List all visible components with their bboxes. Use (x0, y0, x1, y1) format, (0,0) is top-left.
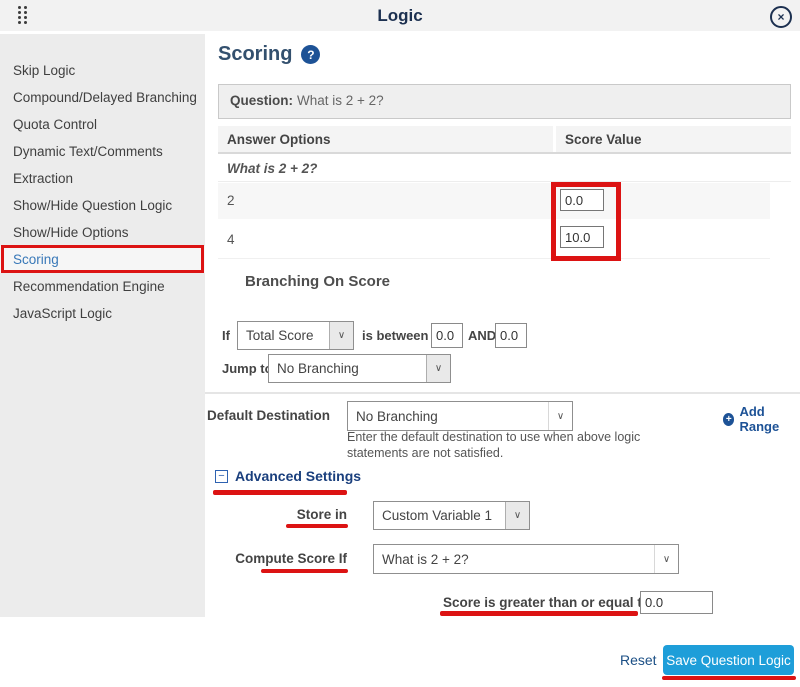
chevron-down-icon: ∨ (329, 322, 353, 349)
question-text: What is 2 + 2? (297, 93, 384, 108)
close-icon[interactable]: × (770, 6, 792, 28)
compute-score-if-label: Compute Score If (205, 551, 347, 566)
compute-score-if-select[interactable]: What is 2 + 2? ∨ (373, 544, 679, 574)
logic-dialog: Logic × Skip Logic Compound/Delayed Bran… (0, 0, 800, 687)
score-threshold-label: Score is greater than or equal to (443, 595, 650, 610)
score-value-input[interactable] (560, 226, 604, 248)
total-score-select[interactable]: Total Score ∨ (237, 321, 354, 350)
score-min-input[interactable] (431, 323, 463, 348)
default-destination-select[interactable]: No Branching ∨ (347, 401, 573, 431)
column-header-answer-options: Answer Options (218, 126, 553, 152)
answer-option-label: 2 (218, 183, 770, 219)
annotation-underline-store-in (286, 524, 348, 528)
annotation-underline-advanced-settings (213, 490, 347, 495)
if-label: If (222, 328, 230, 343)
store-in-label: Store in (205, 507, 347, 522)
advanced-settings-label: Advanced Settings (235, 468, 361, 484)
is-between-label: is between (362, 328, 428, 343)
sidebar-item-dynamic-text-comments[interactable]: Dynamic Text/Comments (0, 138, 205, 165)
add-range-link[interactable]: + Add Range (723, 404, 800, 434)
column-header-score-value: Score Value (556, 126, 791, 152)
table-row: 2 (218, 183, 770, 219)
add-range-label: Add Range (739, 404, 800, 434)
and-label: AND (468, 328, 496, 343)
answer-option-label: 4 (218, 221, 770, 259)
score-threshold-input[interactable] (640, 591, 713, 614)
default-destination-label: Default Destination (205, 408, 330, 423)
sidebar-item-extraction[interactable]: Extraction (0, 165, 205, 192)
logic-sidebar: Skip Logic Compound/Delayed Branching Qu… (0, 34, 205, 617)
sidebar-item-javascript-logic[interactable]: JavaScript Logic (0, 300, 205, 327)
store-in-select[interactable]: Custom Variable 1 ∨ (373, 501, 530, 530)
reset-link[interactable]: Reset (620, 652, 657, 668)
score-max-input[interactable] (495, 323, 527, 348)
annotation-underline-compute-score-if (261, 569, 348, 573)
chevron-down-icon: ∨ (505, 502, 529, 529)
question-label: Question: (230, 93, 293, 108)
sidebar-item-skip-logic[interactable]: Skip Logic (0, 57, 205, 84)
jump-to-label: Jump to (222, 361, 273, 376)
help-icon[interactable]: ? (301, 45, 320, 64)
collapse-icon: − (215, 470, 228, 483)
sidebar-item-quota-control[interactable]: Quota Control (0, 111, 205, 138)
advanced-settings-toggle[interactable]: − Advanced Settings (215, 468, 361, 484)
chevron-down-icon: ∨ (548, 402, 572, 430)
chevron-down-icon: ∨ (654, 545, 678, 573)
dialog-header: Logic × (0, 0, 800, 31)
sidebar-item-show-hide-question-logic[interactable]: Show/Hide Question Logic (0, 192, 205, 219)
jump-to-select[interactable]: No Branching ∨ (268, 354, 451, 383)
question-group-label: What is 2 + 2? (218, 156, 791, 182)
question-box: Question: What is 2 + 2? (218, 84, 791, 119)
page-title-text: Scoring (218, 43, 292, 66)
sidebar-item-show-hide-options[interactable]: Show/Hide Options (0, 219, 205, 246)
table-row: 4 (218, 221, 770, 259)
annotation-underline-save-button (662, 676, 796, 680)
save-question-logic-button[interactable]: Save Question Logic (663, 645, 794, 675)
page-title: Scoring ? (218, 43, 320, 66)
plus-circle-icon: + (723, 413, 734, 426)
chevron-down-icon: ∨ (426, 355, 450, 382)
branching-heading: Branching On Score (245, 273, 390, 290)
divider (205, 392, 800, 394)
sidebar-item-compound-delayed-branching[interactable]: Compound/Delayed Branching (0, 84, 205, 111)
default-destination-helper-text: Enter the default destination to use whe… (347, 429, 642, 461)
annotation-underline-score-threshold (440, 611, 638, 616)
sidebar-item-scoring[interactable]: Scoring (0, 246, 205, 273)
dialog-title: Logic (0, 0, 800, 31)
sidebar-item-recommendation-engine[interactable]: Recommendation Engine (0, 273, 205, 300)
table-header: Answer Options Score Value (218, 126, 791, 154)
score-value-input[interactable] (560, 189, 604, 211)
